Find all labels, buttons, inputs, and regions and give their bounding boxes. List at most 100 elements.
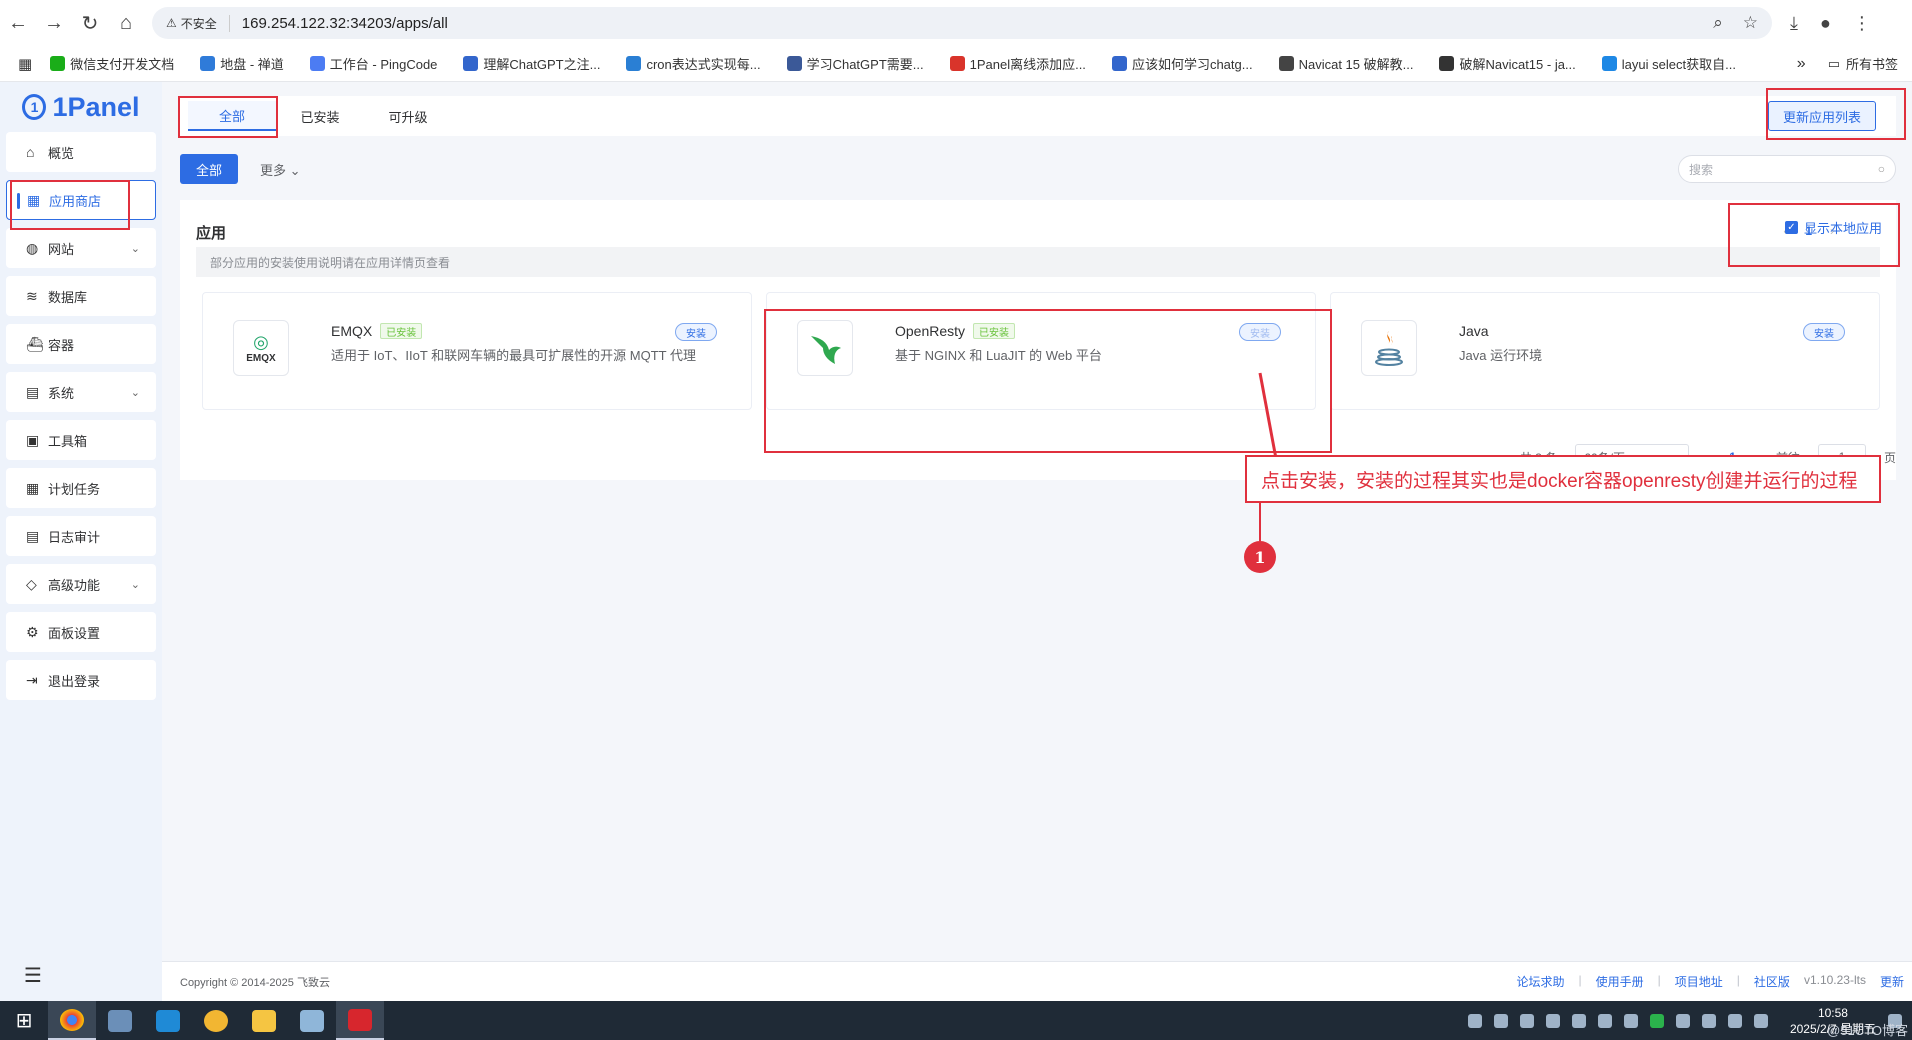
sidebar-item-0[interactable]: ⌂ 概览: [6, 132, 156, 172]
sidebar-item-label: 计划任务: [48, 481, 101, 497]
app-card-java[interactable]: Java Java 运行环境 安装: [1330, 292, 1880, 410]
sidebar-item-11[interactable]: ⇥ 退出登录: [6, 660, 156, 700]
home-browser-icon[interactable]: ⌂: [108, 5, 144, 41]
sidebar-item-7[interactable]: ▦ 计划任务: [6, 468, 156, 508]
bookmark-item[interactable]: 学习ChatGPT需要...: [786, 54, 924, 73]
apps-grid-icon[interactable]: ▦: [18, 55, 32, 73]
explorer-taskbar-icon[interactable]: [240, 1001, 288, 1040]
sidebar-item-4[interactable]: ⛴ 容器: [6, 324, 156, 364]
bookmark-item[interactable]: 破解Navicat15 - ja...: [1439, 54, 1576, 73]
footer-link-edition[interactable]: 社区版: [1754, 973, 1790, 990]
bookmark-favicon-icon: [949, 56, 965, 71]
folder-icon: ▭: [1827, 55, 1840, 71]
footer-link-forum[interactable]: 论坛求助: [1517, 973, 1565, 990]
footer-link-project[interactable]: 项目地址: [1675, 973, 1723, 990]
tray-app-icon[interactable]: [1675, 1013, 1690, 1028]
wps-taskbar-icon[interactable]: [336, 1001, 384, 1040]
chevron-down-icon: ⌄: [289, 162, 301, 178]
wechat-icon[interactable]: [1649, 1013, 1664, 1028]
tray-app-icon[interactable]: [1727, 1013, 1742, 1028]
step-marker: 1: [1244, 541, 1276, 573]
install-button[interactable]: 安装: [675, 323, 717, 341]
shield-icon[interactable]: [1467, 1013, 1482, 1028]
bookmarks-overflow-icon[interactable]: »: [1797, 55, 1806, 73]
app-taskbar-icon[interactable]: [192, 1001, 240, 1040]
app-card-emqx[interactable]: ◎ EMQX EMQX 已安装 适用于 IoT、IIoT 和联网车辆的最具可扩展…: [202, 292, 752, 410]
chrome-taskbar-icon[interactable]: [48, 1001, 96, 1040]
usb-icon[interactable]: [1571, 1013, 1586, 1028]
forward-icon[interactable]: →: [36, 5, 72, 41]
tray-app-icon[interactable]: [1493, 1013, 1508, 1028]
version-label: v1.10.23-lts: [1803, 973, 1866, 987]
bookmark-item[interactable]: 1Panel离线添加应...: [949, 54, 1086, 73]
installed-tag: 已安装: [973, 323, 1016, 339]
sidebar-item-10[interactable]: ⚙ 面板设置: [6, 612, 156, 652]
volume-icon[interactable]: [1623, 1013, 1638, 1028]
address-bar[interactable]: ⚠ 不安全 169.254.122.32:34203/apps/all ⌕ ☆: [152, 7, 1772, 39]
wifi-icon[interactable]: [1701, 1013, 1716, 1028]
download-icon[interactable]: ⤓: [1790, 13, 1798, 34]
network-icon[interactable]: [1519, 1013, 1534, 1028]
sidebar-item-2[interactable]: ◍ 网站 ⌄: [6, 228, 156, 268]
bookmark-favicon-icon: [309, 56, 325, 71]
install-button[interactable]: 安装: [1239, 323, 1281, 341]
security-indicator[interactable]: ⚠ 不安全: [166, 14, 230, 32]
remote-desktop-taskbar-icon[interactable]: [96, 1001, 144, 1040]
sidebar-item-3[interactable]: ≋ 数据库: [6, 276, 156, 316]
collapse-menu-icon[interactable]: ☰: [24, 963, 42, 988]
bookmark-favicon-icon: [200, 56, 216, 71]
bookmark-item[interactable]: cron表达式实现每...: [626, 54, 761, 73]
sidebar: 1 1Panel ⌂ 概览 ▦ 应用商店 ◍ 网站 ⌄ ≋ 数据库 ⛴ 容器 ▤ 系统 ⌄ ▣ 工具箱 ▦ 计划任…: [0, 82, 162, 1002]
sidebar-item-6[interactable]: ▣ 工具箱: [6, 420, 156, 460]
profile-icon[interactable]: ●: [1820, 13, 1831, 34]
more-dropdown[interactable]: 更多 ⌄: [260, 160, 301, 179]
os-taskbar: ⊞ 10:58 2025/2/7 星期五: [0, 1001, 1912, 1040]
logout-icon: ⇥: [26, 671, 38, 688]
back-icon[interactable]: ←: [0, 5, 36, 41]
star-icon[interactable]: ☆: [1743, 13, 1758, 33]
sidebar-item-9[interactable]: ◇ 高级功能 ⌄: [6, 564, 156, 604]
windows-start-icon[interactable]: ⊞: [0, 1001, 48, 1040]
browser-toolbar: ← → ↻ ⌂ ⚠ 不安全 169.254.122.32:34203/apps/a…: [0, 0, 1912, 46]
notepad-taskbar-icon[interactable]: [288, 1001, 336, 1040]
update-link[interactable]: 更新: [1880, 973, 1904, 990]
filter-all-button[interactable]: 全部: [180, 154, 239, 184]
bookmark-item[interactable]: 理解ChatGPT之注...: [463, 54, 600, 73]
logo[interactable]: 1 1Panel: [0, 82, 162, 132]
sidebar-item-8[interactable]: ▤ 日志审计: [6, 516, 156, 556]
toolbox-icon: ▣: [26, 431, 40, 448]
sidebar-item-label: 应用商店: [49, 193, 102, 209]
tray-app-icon[interactable]: [1753, 1013, 1768, 1028]
footer: Copyright © 2014-2025 飞致云 论坛求助 | 使用手册 | …: [162, 961, 1912, 1001]
all-bookmarks-button[interactable]: ▭ 所有书签: [1828, 54, 1898, 73]
tab-upgradable[interactable]: 可升级: [364, 101, 452, 131]
zoom-icon[interactable]: ⌕: [1713, 13, 1723, 33]
app-card-openresty[interactable]: OpenResty 已安装 基于 NGINX 和 LuaJIT 的 Web 平台…: [766, 292, 1316, 410]
vscode-taskbar-icon[interactable]: [144, 1001, 192, 1040]
bookmark-item[interactable]: 应该如何学习chatg...: [1111, 54, 1253, 73]
bookmark-item[interactable]: layui select获取自...: [1601, 54, 1736, 73]
url-text[interactable]: 169.254.122.32:34203/apps/all: [242, 15, 448, 32]
search-input[interactable]: 搜索 ○: [1678, 155, 1896, 183]
menu-dots-icon[interactable]: ⋮: [1853, 13, 1871, 34]
reload-icon[interactable]: ↻: [72, 5, 108, 41]
bookmark-item[interactable]: 地盘 - 禅道: [200, 54, 284, 73]
footer-links: 论坛求助 | 使用手册 | 项目地址 | 社区版 v1.10.23-lts 更新: [1516, 973, 1905, 990]
search-icon: ○: [1877, 162, 1885, 176]
footer-link-manual[interactable]: 使用手册: [1596, 973, 1644, 990]
sidebar-item-label: 日志审计: [48, 529, 101, 545]
install-button[interactable]: 安装: [1803, 323, 1845, 341]
refresh-app-list-button[interactable]: 更新应用列表: [1767, 101, 1876, 131]
sidebar-item-5[interactable]: ▤ 系统 ⌄: [6, 372, 156, 412]
panel-title: 应用: [196, 225, 227, 242]
bookmark-item[interactable]: Navicat 15 破解教...: [1278, 54, 1413, 73]
show-local-apps-checkbox[interactable]: ✓ 显示本地应用: [1784, 218, 1882, 237]
bookmark-item[interactable]: 工作台 - PingCode: [309, 54, 437, 73]
tray-app-icon[interactable]: [1597, 1013, 1612, 1028]
tab-installed[interactable]: 已安装: [276, 101, 364, 131]
tab-all[interactable]: 全部: [188, 101, 276, 131]
tray-app-icon[interactable]: [1545, 1013, 1560, 1028]
sidebar-item-1[interactable]: ▦ 应用商店: [6, 180, 156, 220]
bookmark-item[interactable]: 微信支付开发文档: [50, 54, 174, 73]
diamond-icon: ◇: [26, 575, 37, 592]
